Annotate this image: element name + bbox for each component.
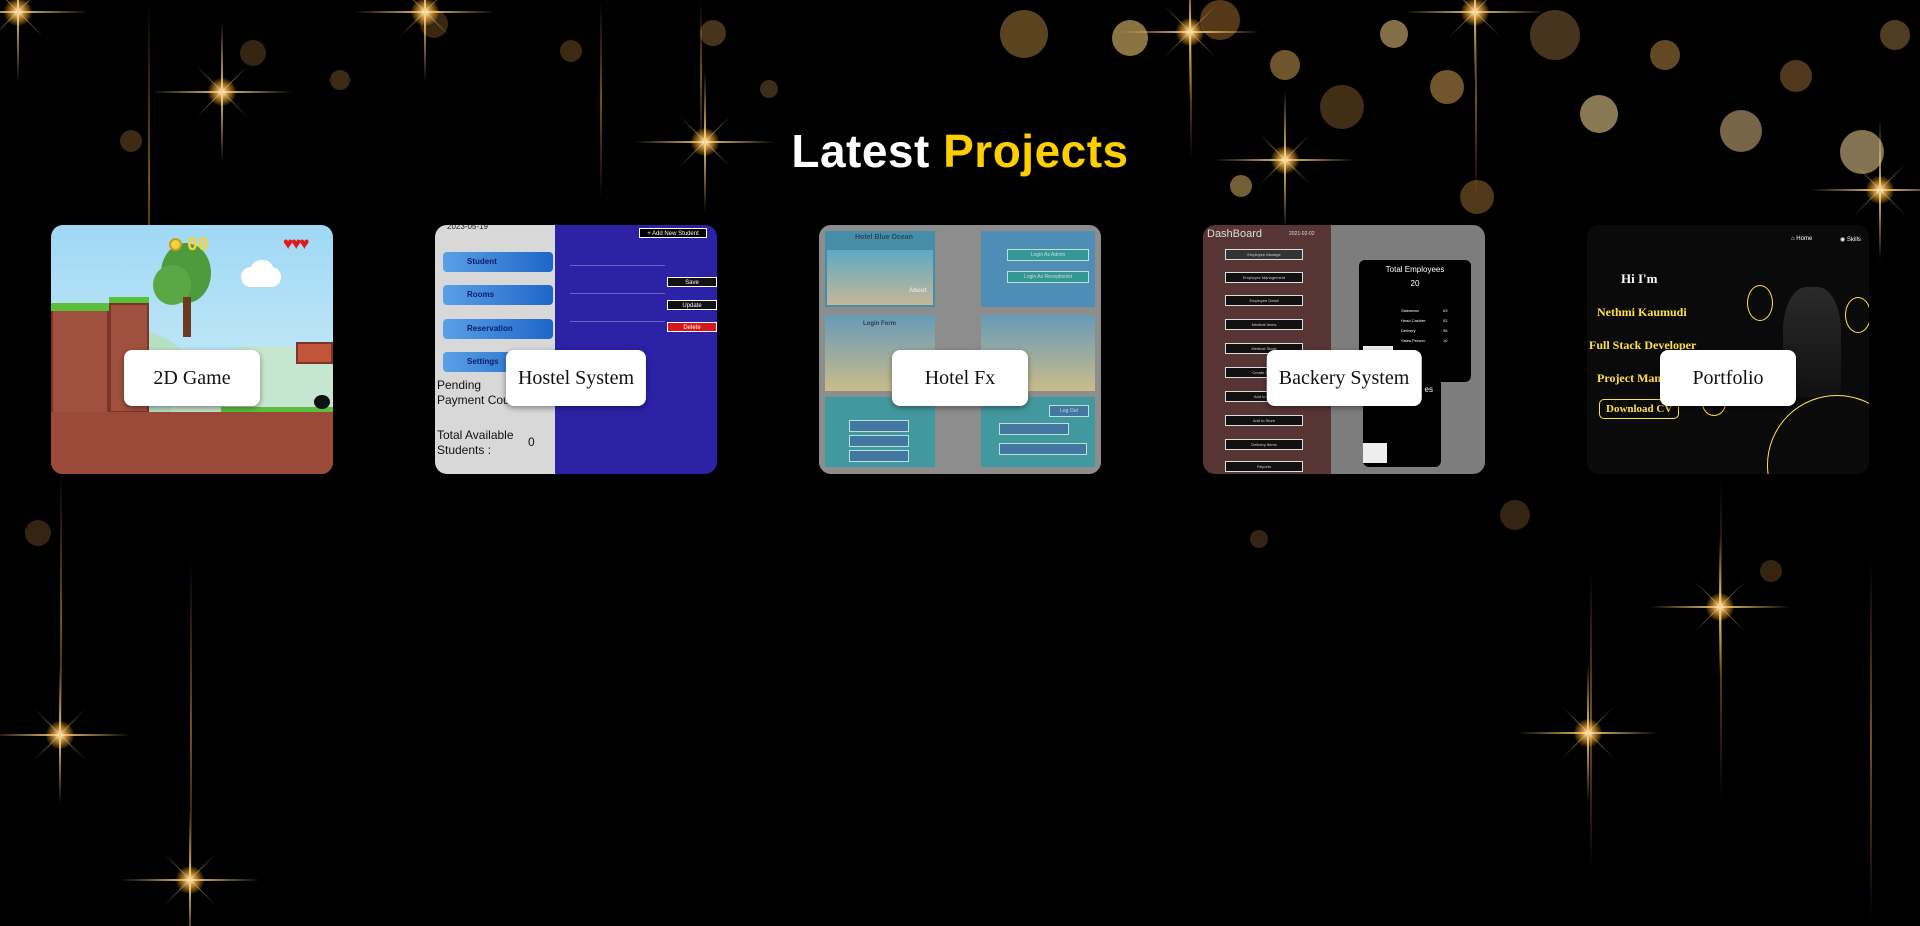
preview-stat-value: 05: [1443, 328, 1448, 333]
preview-menu-item: Add to Store: [1225, 415, 1303, 426]
preview-update-button: Update: [667, 300, 717, 310]
section-title-main: Latest: [791, 125, 930, 177]
preview-stat-value: 10: [1443, 338, 1448, 343]
project-card-portfolio[interactable]: ⌂ Home ◉ Skills Hi I'm Nethmi Kaumudi Fu…: [1587, 225, 1869, 474]
preview-menu-item: Employee Manage: [1225, 249, 1303, 260]
preview-add-button: + Add New Student: [639, 228, 707, 238]
preview-nav-home: Home: [1796, 236, 1813, 242]
preview-stat-value: 02: [1443, 318, 1448, 323]
preview-date: 2023-05-19: [447, 225, 488, 231]
project-card-hostel-system[interactable]: 2023-05-19 + Add New Student Student Roo…: [435, 225, 717, 474]
preview-total-label: Total Available Students :: [437, 428, 514, 457]
preview-menu-item: Delivery Items: [1225, 439, 1303, 450]
project-label[interactable]: Portfolio: [1660, 350, 1796, 406]
preview-name: Nethmi Kaumudi: [1597, 305, 1687, 319]
preview-nav-item: Reservation: [443, 319, 553, 339]
preview-nav-skills: Skills: [1846, 237, 1861, 243]
project-card-backery-system[interactable]: DashBoard 2021-02-02 Employee Manage Emp…: [1203, 225, 1485, 474]
preview-stat-key: Sales Person: [1401, 338, 1425, 343]
preview-menu-item: Reports: [1225, 461, 1303, 472]
preview-stat-key: Delivery: [1401, 328, 1416, 333]
coin-counter: 00: [187, 234, 209, 255]
preview-save-button: Save: [667, 277, 717, 287]
preview-nav-item: Student: [443, 252, 553, 272]
project-card-hotel-fx[interactable]: Hotel Blue Ocean About Login As Admin Lo…: [819, 225, 1101, 474]
preview-date: 2021-02-02: [1289, 231, 1315, 237]
skills-nav: ◉ Skills: [1840, 237, 1861, 243]
preview-heading: DashBoard: [1207, 228, 1263, 240]
preview-stat-key: Salesman: [1401, 308, 1419, 313]
hearts-icon: ♥♥♥: [283, 234, 309, 253]
preview-stat-key: Head Cashier: [1401, 318, 1426, 323]
preview-menu-item: Employee Management: [1225, 272, 1303, 283]
preview-menu-item: Medical Items: [1225, 319, 1303, 330]
preview-panel-title: Total Employees: [1385, 265, 1445, 274]
section-title-accent: Projects: [943, 125, 1129, 177]
project-card-2d-game[interactable]: 00 ♥♥♥ 2D Game: [51, 225, 333, 474]
project-label[interactable]: 2D Game: [124, 350, 260, 406]
preview-nav-item: Rooms: [443, 285, 553, 305]
preview-greeting: Hi I'm: [1621, 271, 1658, 286]
truck-icon: [1363, 443, 1387, 463]
preview-menu-item: Employee Detail: [1225, 295, 1303, 306]
project-label[interactable]: Backery System: [1266, 350, 1422, 406]
coin-icon: [169, 238, 182, 251]
preview-delete-button: Delete: [667, 322, 717, 332]
preview-panel-value: 20: [1410, 279, 1420, 288]
preview-panel2-title: es: [1424, 385, 1433, 394]
section-title: Latest Projects: [0, 124, 1920, 178]
home-nav: ⌂ Home: [1791, 236, 1813, 242]
project-label[interactable]: Hostel System: [505, 350, 647, 406]
preview-stat-value: 03: [1443, 308, 1448, 313]
project-label[interactable]: Hotel Fx: [892, 350, 1028, 406]
preview-total-value: 0: [528, 435, 535, 449]
